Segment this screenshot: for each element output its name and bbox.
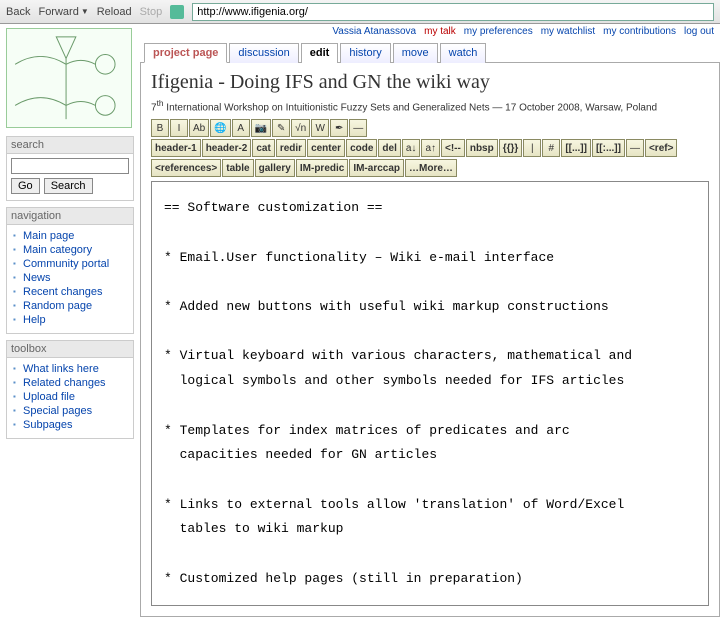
toolbar-button[interactable]: {{}} xyxy=(499,139,523,157)
sidebar-item[interactable]: Upload file xyxy=(13,390,129,404)
user-link[interactable]: Vassia Atanassova xyxy=(332,26,416,37)
search-button[interactable]: Search xyxy=(44,178,93,194)
toolbar-button[interactable]: — xyxy=(349,119,367,137)
toolbox-box: What links hereRelated changesUpload fil… xyxy=(6,357,134,439)
toolbar-button[interactable]: 📷 xyxy=(251,119,271,137)
search-heading: search xyxy=(6,136,134,153)
search-input[interactable] xyxy=(11,158,129,174)
sidebar-item[interactable]: Recent changes xyxy=(13,285,129,299)
page-subtitle: 7th International Workshop on Intuitioni… xyxy=(151,98,709,113)
toolbar-button[interactable]: …More… xyxy=(405,159,457,177)
sidebar-item[interactable]: News xyxy=(13,271,129,285)
content-area: Ifigenia - Doing IFS and GN the wiki way… xyxy=(140,63,720,617)
toolbar-button[interactable]: | xyxy=(523,139,541,157)
toolbar-button[interactable]: B xyxy=(151,119,169,137)
toolbox-heading: toolbox xyxy=(6,340,134,357)
toolbar-button[interactable]: header-1 xyxy=(151,139,201,157)
watchlist-link[interactable]: my watchlist xyxy=(541,26,595,37)
toolbar-button[interactable]: code xyxy=(346,139,377,157)
wikitext-editor[interactable]: == Software customization == * Email.Use… xyxy=(151,181,709,606)
toolbar-button[interactable]: a↑ xyxy=(421,139,440,157)
stop-button: Stop xyxy=(140,6,163,18)
toolbar-button[interactable]: nbsp xyxy=(466,139,498,157)
main-content: Vassia Atanassova my talk my preferences… xyxy=(138,24,720,540)
toolbar-button[interactable]: W xyxy=(311,119,329,137)
toolbar-button[interactable]: IM-arccap xyxy=(349,159,404,177)
page-title: Ifigenia - Doing IFS and GN the wiki way xyxy=(151,71,709,94)
go-button[interactable]: Go xyxy=(11,178,40,194)
mytalk-link[interactable]: my talk xyxy=(424,26,456,37)
sidebar: search Go Search navigation Main pageMai… xyxy=(0,24,138,540)
edit-toolbar: BIAb🌐A📷✎√nW✒— header-1header-2catredirce… xyxy=(151,119,709,177)
toolbar-row-2: header-1header-2catredircentercodedela↓a… xyxy=(151,139,709,157)
sidebar-item[interactable]: Subpages xyxy=(13,418,129,432)
back-button[interactable]: Back xyxy=(6,6,30,18)
contribs-link[interactable]: my contributions xyxy=(603,26,676,37)
toolbar-button[interactable]: A xyxy=(232,119,250,137)
toolbar-row-1: BIAb🌐A📷✎√nW✒— xyxy=(151,119,709,137)
navigation-heading: navigation xyxy=(6,207,134,224)
tab-discussion[interactable]: discussion xyxy=(229,43,298,63)
reload-button[interactable]: Reload xyxy=(97,6,132,18)
toolbar-button[interactable]: IM-predic xyxy=(296,159,348,177)
toolbar-button[interactable]: <ref> xyxy=(645,139,677,157)
toolbar-button[interactable]: I xyxy=(170,119,188,137)
toolbar-button[interactable]: cat xyxy=(252,139,274,157)
navigation-box: Main pageMain categoryCommunity portalNe… xyxy=(6,224,134,334)
toolbar-button[interactable]: [[...]] xyxy=(561,139,591,157)
toolbar-row-3: <references>tablegalleryIM-predicIM-arcc… xyxy=(151,159,709,177)
toolbar-button[interactable]: redir xyxy=(276,139,306,157)
toolbar-button[interactable]: [[:...]] xyxy=(592,139,625,157)
toolbar-button[interactable]: 🌐 xyxy=(210,119,230,137)
navigation-list: Main pageMain categoryCommunity portalNe… xyxy=(11,229,129,327)
sidebar-item[interactable]: Main page xyxy=(13,229,129,243)
logout-link[interactable]: log out xyxy=(684,26,714,37)
sidebar-item[interactable]: Community portal xyxy=(13,257,129,271)
toolbar-button[interactable]: <references> xyxy=(151,159,221,177)
sidebar-item[interactable]: What links here xyxy=(13,362,129,376)
sidebar-item[interactable]: Random page xyxy=(13,299,129,313)
toolbar-button[interactable]: header-2 xyxy=(202,139,252,157)
sidebar-item[interactable]: Main category xyxy=(13,243,129,257)
toolbar-button[interactable]: ✒ xyxy=(330,119,348,137)
sidebar-item[interactable]: Special pages xyxy=(13,404,129,418)
user-links: Vassia Atanassova my talk my preferences… xyxy=(332,26,714,37)
toolbar-button[interactable]: <!-- xyxy=(441,139,465,157)
toolbar-button[interactable]: ✎ xyxy=(272,119,290,137)
toolbar-button[interactable]: table xyxy=(222,159,253,177)
forward-button[interactable]: Forward ▼ xyxy=(38,6,88,18)
toolbar-button[interactable]: — xyxy=(626,139,644,157)
sidebar-item[interactable]: Help xyxy=(13,313,129,327)
tab-history[interactable]: history xyxy=(340,43,390,63)
tab-move[interactable]: move xyxy=(393,43,438,63)
search-box: Go Search xyxy=(6,153,134,201)
toolbar-button[interactable]: center xyxy=(307,139,345,157)
toolbox-list: What links hereRelated changesUpload fil… xyxy=(11,362,129,432)
sidebar-item[interactable]: Related changes xyxy=(13,376,129,390)
tab-project-page[interactable]: project page xyxy=(144,43,227,63)
toolbar-button[interactable]: a↓ xyxy=(402,139,421,157)
site-icon xyxy=(170,5,184,19)
site-logo[interactable] xyxy=(6,28,132,128)
toolbar-button[interactable]: gallery xyxy=(255,159,295,177)
toolbar-button[interactable]: √n xyxy=(291,119,310,137)
url-input[interactable] xyxy=(192,3,714,21)
tab-watch[interactable]: watch xyxy=(440,43,487,63)
toolbar-button[interactable]: Ab xyxy=(189,119,209,137)
toolbar-button[interactable]: # xyxy=(542,139,560,157)
browser-toolbar: Back Forward ▼ Reload Stop xyxy=(0,0,720,24)
toolbar-button[interactable]: del xyxy=(378,139,400,157)
chevron-down-icon: ▼ xyxy=(81,7,89,16)
tab-edit[interactable]: edit xyxy=(301,43,339,63)
page-tabs: project page discussion edit history mov… xyxy=(140,42,720,63)
prefs-link[interactable]: my preferences xyxy=(464,26,533,37)
